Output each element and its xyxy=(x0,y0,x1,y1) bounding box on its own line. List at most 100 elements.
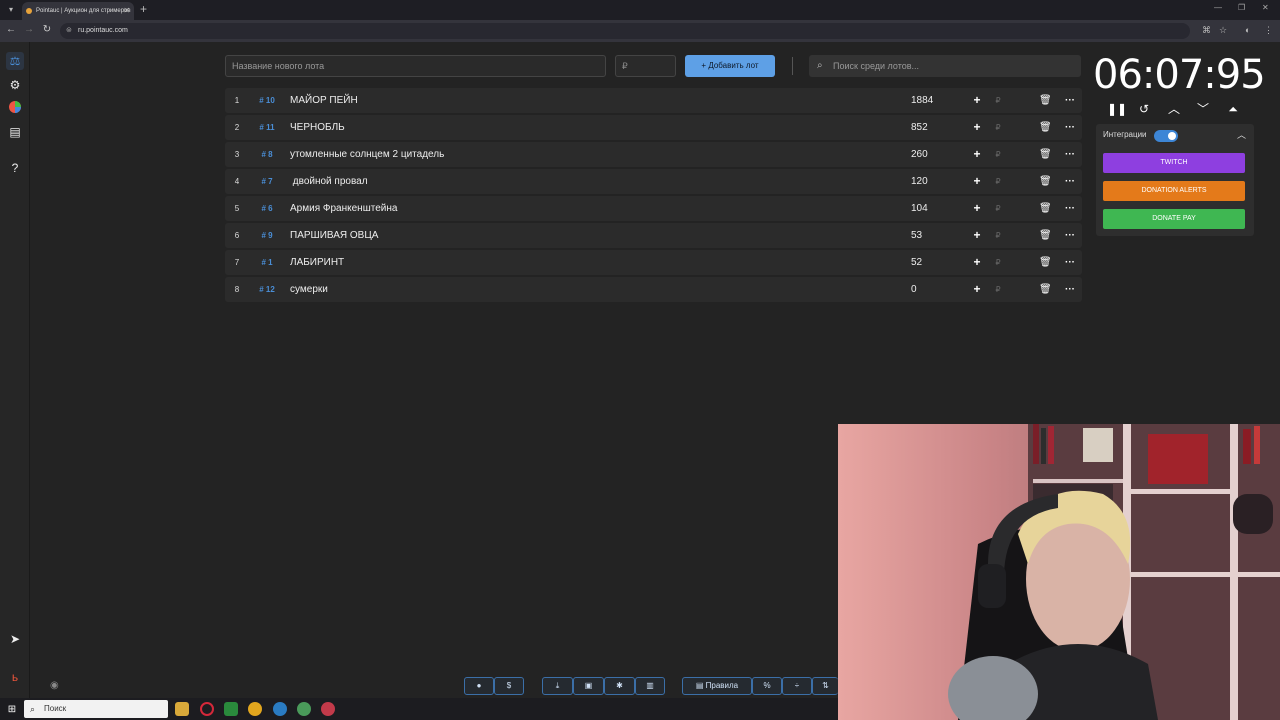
settings-icon[interactable]: ⚙ xyxy=(6,76,24,94)
rules-button[interactable]: ▤ Правила xyxy=(682,677,752,695)
bug-button[interactable]: ✱ xyxy=(604,677,635,695)
more-options-icon[interactable]: ··· xyxy=(1063,169,1077,194)
more-options-icon[interactable]: ··· xyxy=(1063,277,1077,302)
restart-icon[interactable]: ↺ xyxy=(1136,101,1152,117)
twitch-button[interactable]: TWITCH xyxy=(1103,153,1245,173)
add-amount-button[interactable]: + xyxy=(971,115,983,140)
minimize-icon[interactable]: — xyxy=(1214,3,1222,12)
delete-lot-icon[interactable]: 🗑 xyxy=(1039,196,1052,221)
extension-icon[interactable]: ◐ xyxy=(1245,25,1250,35)
site-info-icon[interactable]: ⊜ xyxy=(66,23,72,39)
help-icon[interactable]: ? xyxy=(6,159,24,177)
browser-tab[interactable]: Pointauc | Аукцион для стримеров ✕ xyxy=(22,2,134,20)
more-options-icon[interactable]: ··· xyxy=(1063,115,1077,140)
github-button[interactable]: ● xyxy=(464,677,494,695)
logo-icon[interactable]: ь xyxy=(6,668,24,686)
integrations-toggle[interactable] xyxy=(1154,130,1178,142)
lot-id[interactable]: # 10 xyxy=(255,88,279,113)
more-options-icon[interactable]: ··· xyxy=(1063,88,1077,113)
delete-lot-icon[interactable]: 🗑 xyxy=(1039,115,1052,140)
lot-id[interactable]: # 12 xyxy=(255,277,279,302)
lot-name[interactable]: двойной провал xyxy=(290,169,368,194)
lot-row[interactable]: 8 # 12 сумерки 0 + ₽ 🗑 ··· xyxy=(225,277,1082,302)
translate-icon[interactable]: ⌘ xyxy=(1202,25,1211,36)
percent-button[interactable]: % xyxy=(752,677,782,695)
lot-name[interactable]: ЧЕРНОБЛЬ xyxy=(290,115,345,140)
delete-lot-icon[interactable]: 🗑 xyxy=(1039,169,1052,194)
new-tab-button[interactable]: + xyxy=(140,2,147,16)
delete-lot-icon[interactable]: 🗑 xyxy=(1039,223,1052,248)
lot-name[interactable]: Армия Франкенштейна xyxy=(290,196,397,221)
lot-row[interactable]: 4 # 7 двойной провал 120 + ₽ 🗑 ··· xyxy=(225,169,1082,194)
down-icon[interactable]: ﹀ xyxy=(1195,101,1211,117)
more-options-icon[interactable]: ··· xyxy=(1063,196,1077,221)
telegram-icon[interactable]: ➤ xyxy=(6,630,24,648)
excel-icon[interactable] xyxy=(224,702,238,716)
auction-icon[interactable]: ⚖ xyxy=(6,52,24,70)
add-amount-button[interactable]: + xyxy=(971,169,983,194)
lot-id[interactable]: # 1 xyxy=(255,250,279,275)
lot-row[interactable]: 1 # 10 МАЙОР ПЕЙН 1884 + ₽ 🗑 ··· xyxy=(225,88,1082,113)
donation-alerts-button[interactable]: DONATION ALERTS xyxy=(1103,181,1245,201)
lot-row[interactable]: 3 # 8 утомленные солнцем 2 цитадель 260 + ₽ 🗑 ·… xyxy=(225,142,1082,167)
close-window-icon[interactable]: ✕ xyxy=(1262,3,1269,12)
delete-lot-icon[interactable]: 🗑 xyxy=(1039,250,1052,275)
lot-name-input[interactable]: Название нового лота xyxy=(225,55,606,77)
add-amount-button[interactable]: + xyxy=(971,250,983,275)
add-amount-button[interactable]: + xyxy=(971,196,983,221)
donate-pay-button[interactable]: DONATE PAY xyxy=(1103,209,1245,229)
clear-button[interactable]: ▥ xyxy=(635,677,665,695)
wheel-icon[interactable] xyxy=(6,100,24,118)
more-options-icon[interactable]: ··· xyxy=(1063,250,1077,275)
telegram-taskbar-icon[interactable] xyxy=(273,702,287,716)
chrome-icon[interactable] xyxy=(248,702,262,716)
save-button[interactable]: ▣ xyxy=(573,677,604,695)
tab-list-icon[interactable]: ▾ xyxy=(4,3,18,17)
lot-id[interactable]: # 9 xyxy=(255,223,279,248)
lot-id[interactable]: # 6 xyxy=(255,196,279,221)
opera-icon[interactable] xyxy=(200,702,214,716)
more-options-icon[interactable]: ··· xyxy=(1063,223,1077,248)
lot-name[interactable]: сумерки xyxy=(290,277,328,302)
lot-name[interactable]: МАЙОР ПЕЙН xyxy=(290,88,358,113)
reload-icon[interactable]: ↻ xyxy=(40,24,54,35)
up-icon[interactable]: ︿ xyxy=(1166,101,1182,117)
sort-button[interactable]: ⇅ xyxy=(812,677,838,695)
eye-icon[interactable]: ◉ xyxy=(50,680,59,691)
donate-button[interactable]: $ xyxy=(494,677,524,695)
forward-icon[interactable]: → xyxy=(22,24,36,35)
lot-id[interactable]: # 11 xyxy=(255,115,279,140)
file-explorer-icon[interactable] xyxy=(175,702,189,716)
add-amount-button[interactable]: + xyxy=(971,142,983,167)
bookmark-star-icon[interactable]: ☆ xyxy=(1219,25,1227,36)
back-icon[interactable]: ← xyxy=(4,24,18,35)
chrome-active-icon[interactable] xyxy=(297,702,311,716)
add-amount-button[interactable]: + xyxy=(971,223,983,248)
delete-lot-icon[interactable]: 🗑 xyxy=(1039,88,1052,113)
collapse-icon[interactable]: ⏶ xyxy=(1225,101,1241,117)
chevron-up-icon[interactable]: ︿ xyxy=(1237,128,1246,141)
lot-row[interactable]: 2 # 11 ЧЕРНОБЛЬ 852 + ₽ 🗑 ··· xyxy=(225,115,1082,140)
browser-menu-icon[interactable]: ⋮ xyxy=(1264,25,1273,36)
add-amount-button[interactable]: + xyxy=(971,88,983,113)
history-icon[interactable]: ▤ xyxy=(6,123,24,141)
delete-lot-icon[interactable]: 🗑 xyxy=(1039,142,1052,167)
lot-name[interactable]: ПАРШИВАЯ ОВЦА xyxy=(290,223,378,248)
windows-start-icon[interactable]: ⊞ xyxy=(5,703,19,717)
divide-button[interactable]: ÷ xyxy=(782,677,812,695)
tab-close-icon[interactable]: ✕ xyxy=(123,2,130,20)
pause-icon[interactable]: ❚❚ xyxy=(1107,101,1127,117)
lot-amount-input[interactable]: ₽ xyxy=(615,55,676,77)
download-button[interactable]: ⤓ xyxy=(542,677,573,695)
lot-row[interactable]: 5 # 6 Армия Франкенштейна 104 + ₽ 🗑 ··· xyxy=(225,196,1082,221)
app-icon[interactable] xyxy=(321,702,335,716)
lot-id[interactable]: # 7 xyxy=(255,169,279,194)
lot-row[interactable]: 7 # 1 ЛАБИРИНТ 52 + ₽ 🗑 ··· xyxy=(225,250,1082,275)
delete-lot-icon[interactable]: 🗑 xyxy=(1039,277,1052,302)
add-amount-button[interactable]: + xyxy=(971,277,983,302)
add-lot-button[interactable]: + Добавить лот xyxy=(685,55,775,77)
more-options-icon[interactable]: ··· xyxy=(1063,142,1077,167)
url-field[interactable]: ⊜ ru.pointauc.com xyxy=(60,23,1190,39)
lot-id[interactable]: # 8 xyxy=(255,142,279,167)
lot-name[interactable]: утомленные солнцем 2 цитадель xyxy=(290,142,444,167)
